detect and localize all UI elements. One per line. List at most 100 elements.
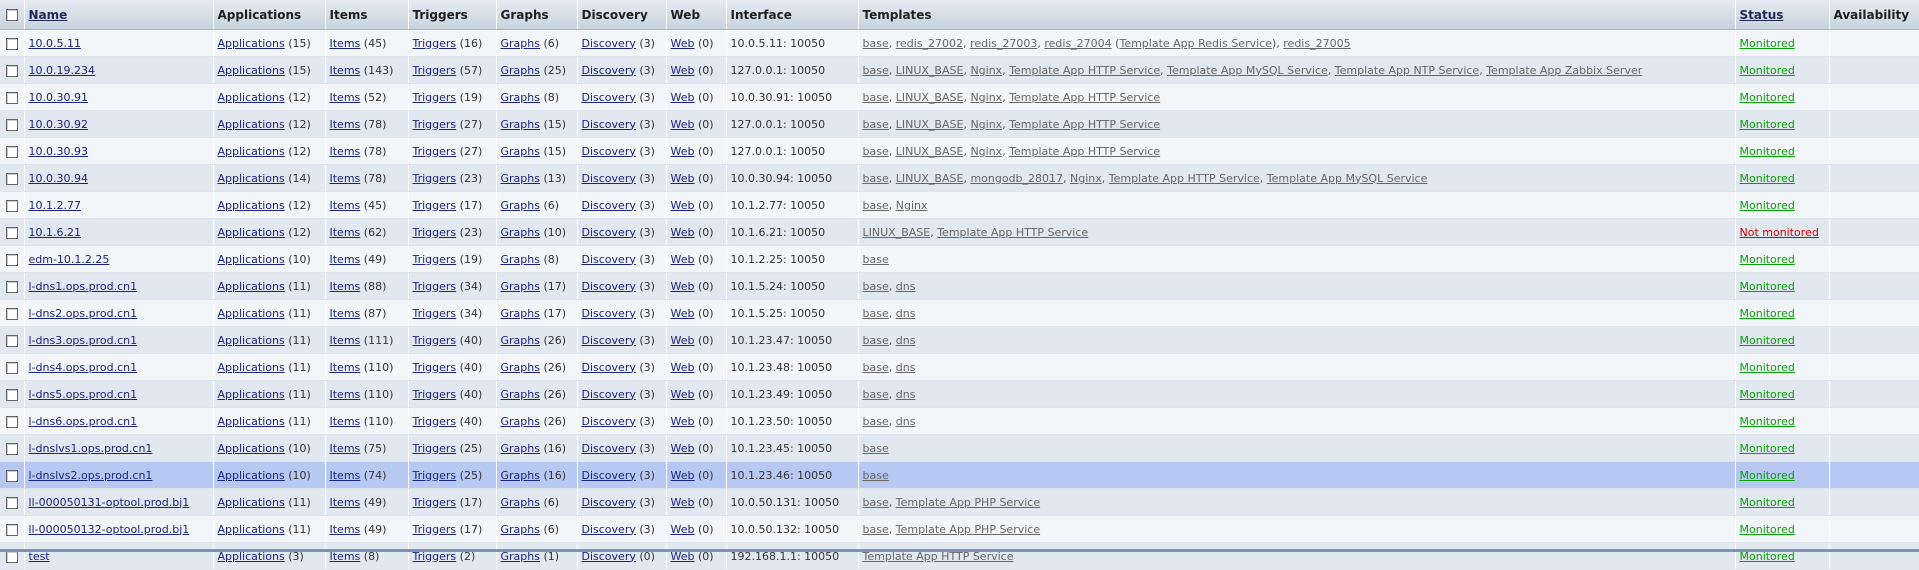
- graphs-link[interactable]: Graphs: [501, 172, 540, 185]
- template-link[interactable]: dns: [896, 334, 916, 347]
- template-link[interactable]: base: [863, 415, 889, 428]
- applications-link[interactable]: Applications: [218, 442, 285, 455]
- discovery-link[interactable]: Discovery: [582, 469, 636, 482]
- graphs-link[interactable]: Graphs: [501, 145, 540, 158]
- row-checkbox[interactable]: [6, 145, 18, 158]
- web-link[interactable]: Web: [671, 91, 695, 104]
- applications-link[interactable]: Applications: [218, 226, 285, 239]
- applications-link[interactable]: Applications: [218, 118, 285, 131]
- applications-link[interactable]: Applications: [218, 496, 285, 509]
- applications-link[interactable]: Applications: [218, 145, 285, 158]
- triggers-link[interactable]: Triggers: [413, 118, 457, 131]
- discovery-link[interactable]: Discovery: [582, 334, 636, 347]
- status-link[interactable]: Monitored: [1740, 361, 1795, 374]
- items-link[interactable]: Items: [330, 388, 361, 401]
- graphs-link[interactable]: Graphs: [501, 64, 540, 77]
- template-link[interactable]: base: [863, 469, 889, 482]
- graphs-link[interactable]: Graphs: [501, 442, 540, 455]
- row-checkbox[interactable]: [6, 496, 18, 509]
- discovery-link[interactable]: Discovery: [582, 145, 636, 158]
- template-link[interactable]: Template App MySQL Service: [1167, 64, 1328, 77]
- row-checkbox[interactable]: [6, 37, 18, 50]
- triggers-link[interactable]: Triggers: [413, 91, 457, 104]
- template-link[interactable]: base: [863, 388, 889, 401]
- template-link[interactable]: base: [863, 145, 889, 158]
- status-link[interactable]: Monitored: [1740, 415, 1795, 428]
- status-link[interactable]: Monitored: [1740, 388, 1795, 401]
- template-link[interactable]: Template App PHP Service: [896, 496, 1040, 509]
- status-link[interactable]: Monitored: [1740, 37, 1795, 50]
- row-checkbox[interactable]: [6, 307, 18, 320]
- items-link[interactable]: Items: [330, 496, 361, 509]
- template-link[interactable]: dns: [896, 388, 916, 401]
- host-name-link[interactable]: 10.0.5.11: [29, 37, 81, 50]
- template-link[interactable]: Template App HTTP Service: [1009, 145, 1160, 158]
- row-checkbox[interactable]: [6, 280, 18, 293]
- graphs-link[interactable]: Graphs: [501, 280, 540, 293]
- applications-link[interactable]: Applications: [218, 253, 285, 266]
- graphs-link[interactable]: Graphs: [501, 361, 540, 374]
- template-link[interactable]: base: [863, 496, 889, 509]
- template-link[interactable]: Template App NTP Service: [1335, 64, 1479, 77]
- template-link[interactable]: Nginx: [970, 64, 1002, 77]
- select-all-checkbox[interactable]: [6, 9, 18, 21]
- graphs-link[interactable]: Graphs: [501, 253, 540, 266]
- items-link[interactable]: Items: [330, 523, 361, 536]
- row-checkbox[interactable]: [6, 550, 18, 563]
- discovery-link[interactable]: Discovery: [582, 415, 636, 428]
- host-name-link[interactable]: ll-000050131-optool.prod.bj1: [29, 496, 190, 509]
- status-link[interactable]: Monitored: [1740, 145, 1795, 158]
- triggers-link[interactable]: Triggers: [413, 361, 457, 374]
- template-link[interactable]: dns: [896, 307, 916, 320]
- triggers-link[interactable]: Triggers: [413, 388, 457, 401]
- graphs-link[interactable]: Graphs: [501, 91, 540, 104]
- web-link[interactable]: Web: [671, 415, 695, 428]
- col-status-header[interactable]: Status: [1735, 0, 1830, 30]
- discovery-link[interactable]: Discovery: [582, 118, 636, 131]
- host-name-link[interactable]: l-dnslvs1.ops.prod.cn1: [29, 442, 153, 455]
- applications-link[interactable]: Applications: [218, 172, 285, 185]
- triggers-link[interactable]: Triggers: [413, 307, 457, 320]
- discovery-link[interactable]: Discovery: [582, 37, 636, 50]
- applications-link[interactable]: Applications: [218, 91, 285, 104]
- items-link[interactable]: Items: [330, 307, 361, 320]
- host-name-link[interactable]: ll-000050132-optool.prod.bj1: [29, 523, 190, 536]
- web-link[interactable]: Web: [671, 226, 695, 239]
- graphs-link[interactable]: Graphs: [501, 307, 540, 320]
- status-link[interactable]: Monitored: [1740, 442, 1795, 455]
- col-name-header[interactable]: Name: [24, 0, 214, 30]
- web-link[interactable]: Web: [671, 280, 695, 293]
- status-link[interactable]: Monitored: [1740, 64, 1795, 77]
- triggers-link[interactable]: Triggers: [413, 469, 457, 482]
- web-link[interactable]: Web: [671, 496, 695, 509]
- web-link[interactable]: Web: [671, 469, 695, 482]
- template-link[interactable]: LINUX_BASE: [896, 91, 964, 104]
- items-link[interactable]: Items: [330, 442, 361, 455]
- items-link[interactable]: Items: [330, 415, 361, 428]
- items-link[interactable]: Items: [330, 334, 361, 347]
- web-link[interactable]: Web: [671, 523, 695, 536]
- discovery-link[interactable]: Discovery: [582, 226, 636, 239]
- template-link[interactable]: Template App HTTP Service: [937, 226, 1088, 239]
- status-link[interactable]: Monitored: [1740, 496, 1795, 509]
- template-link[interactable]: dns: [896, 415, 916, 428]
- applications-link[interactable]: Applications: [218, 361, 285, 374]
- row-checkbox[interactable]: [6, 199, 18, 212]
- discovery-link[interactable]: Discovery: [582, 172, 636, 185]
- applications-link[interactable]: Applications: [218, 280, 285, 293]
- web-link[interactable]: Web: [671, 64, 695, 77]
- row-checkbox[interactable]: [6, 523, 18, 536]
- template-link[interactable]: base: [863, 37, 889, 50]
- status-link[interactable]: Monitored: [1740, 118, 1795, 131]
- triggers-link[interactable]: Triggers: [413, 64, 457, 77]
- graphs-link[interactable]: Graphs: [501, 199, 540, 212]
- status-link[interactable]: Monitored: [1740, 199, 1795, 212]
- triggers-link[interactable]: Triggers: [413, 226, 457, 239]
- items-link[interactable]: Items: [330, 469, 361, 482]
- graphs-link[interactable]: Graphs: [501, 388, 540, 401]
- row-checkbox[interactable]: [6, 118, 18, 131]
- template-link[interactable]: Template App MySQL Service: [1267, 172, 1428, 185]
- host-name-link[interactable]: 10.0.30.93: [29, 145, 88, 158]
- template-link[interactable]: Template App HTTP Service: [1009, 118, 1160, 131]
- host-name-link[interactable]: l-dns3.ops.prod.cn1: [29, 334, 138, 347]
